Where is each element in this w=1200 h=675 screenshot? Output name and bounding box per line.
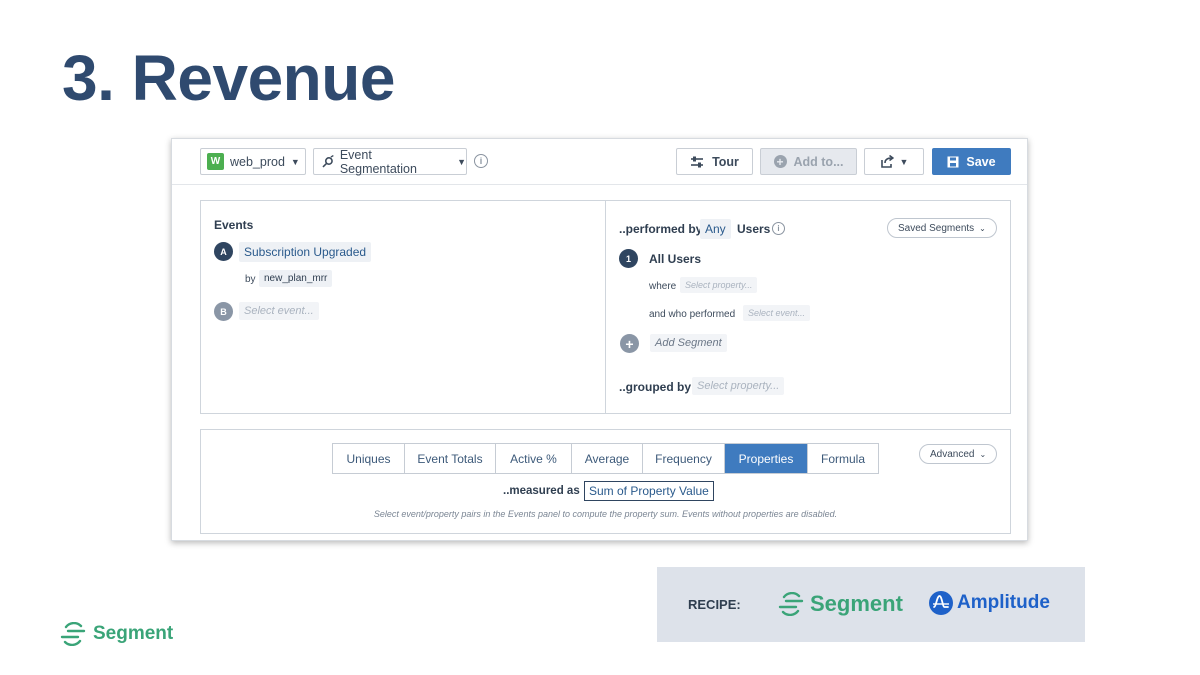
advanced-label: Advanced <box>930 448 975 460</box>
saved-segments-dropdown[interactable]: Saved Segments ⌄ <box>887 218 997 238</box>
events-heading: Events <box>214 218 254 232</box>
by-label: by <box>245 274 256 285</box>
info-icon[interactable]: i <box>772 222 785 235</box>
tab-active-percent[interactable]: Active % <box>496 444 572 473</box>
project-badge: W <box>207 153 224 170</box>
tab-formula[interactable]: Formula <box>808 444 878 473</box>
event-a-badge: A <box>214 242 233 261</box>
recipe-amplitude-logo: Amplitude <box>929 591 1050 615</box>
measured-as-label: ..measured as <box>503 485 580 497</box>
users-label: Users <box>737 222 771 236</box>
performed-by-label: ..performed by <box>619 222 703 236</box>
add-segment-button[interactable]: Add Segment <box>650 334 727 352</box>
chevron-down-icon: ▼ <box>457 156 466 167</box>
recipe-partner1: Segment <box>810 591 903 616</box>
event-a-property[interactable]: new_plan_mrr <box>259 270 333 287</box>
add-segment-icon[interactable]: + <box>620 334 639 353</box>
chevron-down-icon: ⌄ <box>979 449 987 459</box>
add-to-label: Add to... <box>793 154 844 169</box>
chevron-down-icon: ▼ <box>899 156 909 167</box>
sliders-icon <box>691 156 704 167</box>
event-b-selector[interactable]: Select event... <box>239 302 319 320</box>
save-button[interactable]: Save <box>932 148 1011 175</box>
query-panel: Events A Subscription Upgraded by new_pl… <box>200 200 1011 414</box>
plus-circle-icon: + <box>773 155 787 168</box>
event-a-selector[interactable]: Subscription Upgraded <box>239 242 372 262</box>
panel-divider <box>605 201 606 413</box>
footer-brand: Segment <box>93 623 174 644</box>
share-button[interactable]: ▼ <box>864 148 924 175</box>
slide-title: 3. Revenue <box>62 42 395 114</box>
project-label: web_prod <box>230 154 285 169</box>
recipe-banner: RECIPE: Segment Amplitude <box>657 567 1085 642</box>
where-property-selector[interactable]: Select property... <box>680 277 758 293</box>
share-icon <box>880 155 894 168</box>
grouped-by-selector[interactable]: Select property... <box>692 377 785 395</box>
tour-label: Tour <box>712 154 739 169</box>
tab-properties[interactable]: Properties <box>725 444 808 473</box>
tab-event-totals[interactable]: Event Totals <box>405 444 496 473</box>
project-selector[interactable]: W web_prod ▼ <box>200 148 306 175</box>
chart-type-selector[interactable]: Event Segmentation ▼ <box>313 147 467 176</box>
amplitude-logo-icon <box>929 591 953 615</box>
segment-number-badge: 1 <box>619 249 638 268</box>
recipe-partner2: Amplitude <box>957 592 1050 613</box>
amplitude-screenshot: W web_prod ▼ Event Segmentation ▼ i Tour <box>171 138 1028 541</box>
measure-hint: Select event/property pairs in the Event… <box>373 509 838 519</box>
info-icon[interactable]: i <box>474 154 488 168</box>
recipe-label: RECIPE: <box>688 597 741 612</box>
floppy-disk-icon <box>947 156 959 167</box>
save-label: Save <box>966 154 996 169</box>
segment-logo-icon <box>60 622 86 646</box>
recipe-segment-logo: Segment <box>778 591 903 617</box>
any-selector[interactable]: Any <box>700 219 731 239</box>
event-b-badge: B <box>214 302 233 321</box>
segment-logo-icon <box>778 592 804 616</box>
footer-segment-logo: Segment <box>60 622 173 646</box>
segment-name[interactable]: All Users <box>649 252 701 266</box>
measure-tabs: Uniques Event Totals Active % Average Fr… <box>332 443 879 474</box>
chart-type-label: Event Segmentation <box>339 147 417 176</box>
tab-frequency[interactable]: Frequency <box>643 444 725 473</box>
chevron-down-icon: ▼ <box>290 156 300 167</box>
who-performed-selector[interactable]: Select event... <box>743 305 811 321</box>
measured-as-selector[interactable]: Sum of Property Value <box>584 481 714 501</box>
who-performed-label: and who performed <box>649 309 736 320</box>
chevron-down-icon: ⌄ <box>979 223 986 233</box>
saved-segments-label: Saved Segments <box>898 222 975 234</box>
grouped-by-label: ..grouped by <box>619 380 691 394</box>
tour-button[interactable]: Tour <box>676 148 753 175</box>
segmentation-icon <box>322 154 334 167</box>
measure-panel: Uniques Event Totals Active % Average Fr… <box>200 429 1011 534</box>
tab-uniques[interactable]: Uniques <box>333 444 405 473</box>
toolbar: W web_prod ▼ Event Segmentation ▼ i Tour <box>172 139 1027 185</box>
advanced-dropdown[interactable]: Advanced ⌄ <box>919 444 998 464</box>
tab-average[interactable]: Average <box>572 444 643 473</box>
add-to-button[interactable]: + Add to... <box>760 148 857 175</box>
where-label: where <box>649 281 677 292</box>
